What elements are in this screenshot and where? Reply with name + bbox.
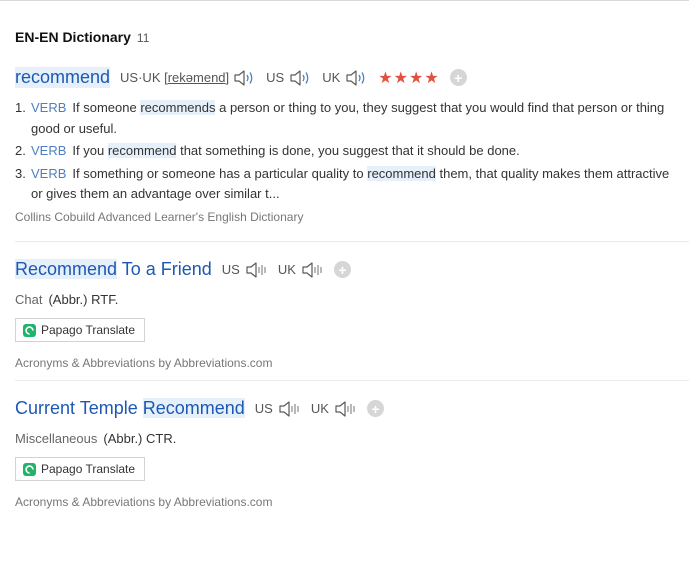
- uk-audio: UK: [322, 68, 368, 88]
- headword-link[interactable]: recommend: [15, 67, 111, 88]
- source-attribution: Collins Cobuild Advanced Learner's Engli…: [15, 209, 304, 224]
- headword-highlight: Recommend: [15, 259, 118, 279]
- highlighted-word: recommends: [140, 100, 216, 115]
- sense-list: 1. VERB If someone recommends a person or…: [15, 98, 679, 205]
- list-item: 2. VERB If you recommend that something i…: [15, 141, 679, 162]
- speaker-icon[interactable]: [333, 399, 357, 419]
- us-label: US: [221, 262, 240, 277]
- divider: [15, 380, 689, 381]
- sense-text: VERB If something or someone has a partic…: [31, 164, 679, 205]
- headword-link[interactable]: Recommend To a Friend: [15, 259, 212, 280]
- abbreviation: (Abbr.) RTF.: [48, 292, 119, 307]
- rating-stars: ★★★★: [378, 69, 440, 87]
- entry-recommend: recommend US·UK [rekəmend] US UK ★★★★ + …: [15, 67, 689, 224]
- headword-row: Current Temple Recommend US UK +: [15, 398, 689, 419]
- category-label: Chat: [15, 292, 43, 307]
- speaker-icon[interactable]: [300, 260, 324, 280]
- part-of-speech: VERB: [31, 143, 67, 158]
- part-of-speech: VERB: [31, 165, 67, 181]
- add-to-wordbook-button[interactable]: +: [333, 261, 351, 278]
- papago-icon: [23, 462, 36, 476]
- papago-translate-button[interactable]: Papago Translate: [15, 318, 146, 342]
- result-count: 11: [136, 31, 150, 45]
- us-label: US: [254, 401, 273, 416]
- papago-translate-label: Papago Translate: [41, 323, 136, 337]
- uk-audio: UK: [278, 260, 324, 280]
- definition-after: that something is done, you suggest that…: [176, 143, 520, 158]
- uk-label: UK: [310, 401, 329, 416]
- headword-rest: Current Temple: [15, 398, 143, 418]
- headword-highlight: Recommend: [142, 398, 245, 418]
- pronunciation-text: rekəmend: [167, 70, 226, 85]
- definition-before: If something or someone has a particular…: [72, 165, 368, 181]
- definition-before: If someone: [72, 100, 141, 115]
- us-audio: US: [266, 68, 312, 88]
- source-attribution: Acronyms & Abbreviations by Abbreviation…: [15, 495, 273, 509]
- sense-text: VERB If someone recommends a person or th…: [31, 98, 679, 139]
- pronunciation-suffix: ]: [225, 70, 230, 85]
- dictionary-header: EN-EN Dictionary 11: [15, 29, 149, 45]
- add-to-wordbook-button[interactable]: +: [366, 400, 384, 417]
- sense-number: 3.: [15, 165, 26, 181]
- pronunciation: US·UK [rekəmend]: [120, 68, 256, 88]
- uk-label: UK: [277, 262, 296, 277]
- category-label: Miscellaneous: [15, 431, 98, 446]
- sense-number: 2.: [15, 143, 26, 158]
- pronunciation-prefix: US·UK [: [120, 70, 168, 85]
- us-audio: US: [255, 399, 301, 419]
- speaker-icon[interactable]: [244, 260, 268, 280]
- papago-icon: [23, 323, 36, 337]
- speaker-icon[interactable]: [344, 68, 368, 88]
- dictionary-title: EN-EN Dictionary: [15, 29, 131, 45]
- list-item: 1. VERB If someone recommends a person or…: [15, 98, 679, 139]
- headword-link[interactable]: Current Temple Recommend: [15, 398, 245, 419]
- uk-label: UK: [322, 70, 341, 85]
- add-to-wordbook-button[interactable]: +: [449, 69, 467, 86]
- headword-row: recommend US·UK [rekəmend] US UK ★★★★ +: [15, 67, 689, 88]
- papago-translate-label: Papago Translate: [41, 462, 136, 476]
- papago-translate-button[interactable]: Papago Translate: [15, 457, 146, 481]
- headword-rest: To a Friend: [117, 259, 212, 279]
- entry-current-temple-recommend: Current Temple Recommend US UK + Miscell…: [15, 398, 689, 509]
- abbreviation-row: Miscellaneous (Abbr.) CTR.: [15, 431, 689, 446]
- us-label: US: [266, 70, 285, 85]
- divider: [15, 241, 689, 242]
- entry-recommend-to-a-friend: Recommend To a Friend US UK + Chat (Abbr…: [15, 259, 689, 370]
- part-of-speech: VERB: [31, 100, 67, 115]
- definition-before: If you: [72, 143, 108, 158]
- speaker-icon[interactable]: [288, 68, 312, 88]
- uk-audio: UK: [311, 399, 357, 419]
- headword-row: Recommend To a Friend US UK +: [15, 259, 689, 280]
- source-attribution: Acronyms & Abbreviations by Abbreviation…: [15, 356, 273, 370]
- list-item: 3. VERB If something or someone has a par…: [15, 164, 679, 205]
- sense-number: 1.: [15, 100, 26, 115]
- speaker-icon[interactable]: [277, 399, 301, 419]
- top-border: [0, 0, 689, 1]
- sense-text: VERB If you recommend that something is d…: [31, 141, 679, 162]
- highlighted-word: recommend: [107, 143, 177, 158]
- highlighted-word: recommend: [367, 165, 436, 181]
- abbreviation-row: Chat (Abbr.) RTF.: [15, 292, 689, 307]
- speaker-icon[interactable]: [232, 68, 256, 88]
- us-audio: US: [222, 260, 268, 280]
- abbreviation: (Abbr.) CTR.: [103, 431, 177, 446]
